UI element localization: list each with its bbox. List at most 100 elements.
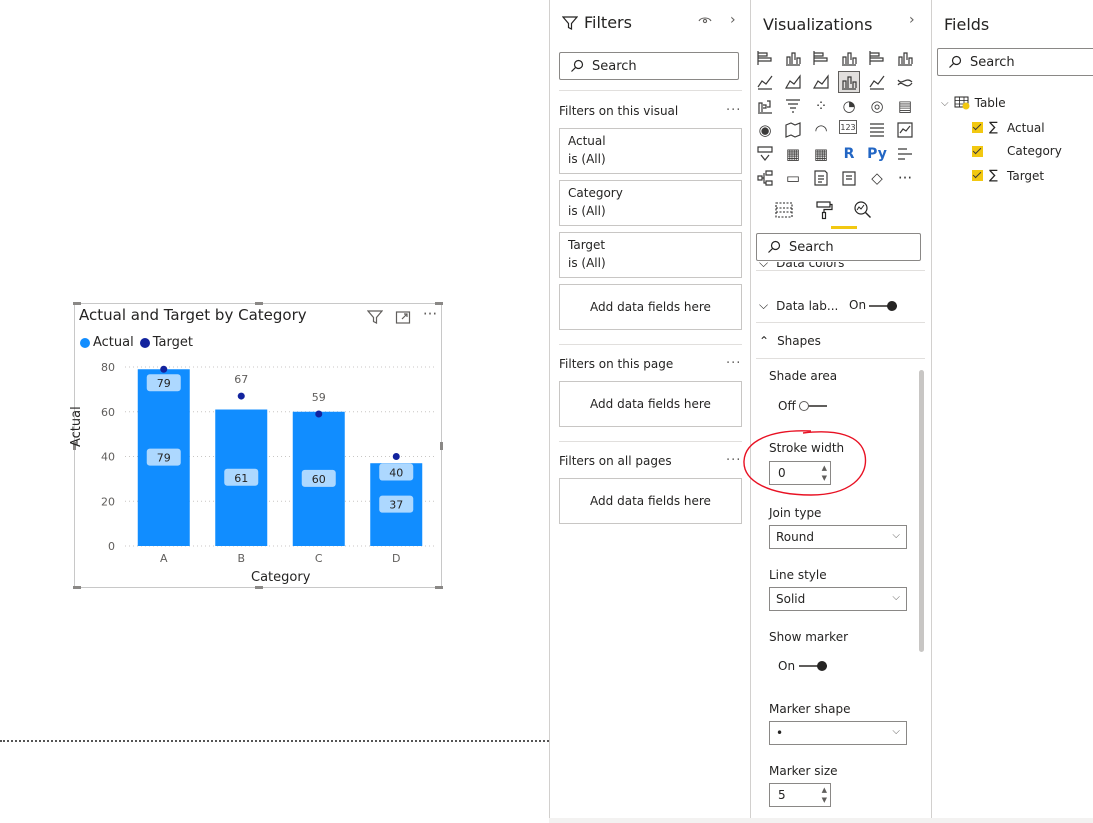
tab-analytics-magnifier-icon[interactable]: [850, 197, 876, 223]
resize-handle[interactable]: [255, 586, 263, 589]
clustered-column-chart-icon[interactable]: [839, 48, 859, 68]
checkbox-checked-icon[interactable]: [972, 122, 983, 133]
visualizations-search-input[interactable]: Search: [756, 233, 921, 261]
marker-target-D[interactable]: [392, 453, 400, 460]
data-labels-toggle[interactable]: [869, 301, 897, 311]
chevron-down-icon: ⌵: [941, 97, 949, 109]
table-icon[interactable]: ▦: [783, 144, 803, 164]
stacked-area-chart-icon[interactable]: [811, 72, 831, 92]
clustered-bar-chart-icon[interactable]: [811, 48, 831, 68]
card-icon[interactable]: 123: [839, 120, 857, 134]
add-data-fields-visual[interactable]: Add data fields here: [559, 284, 742, 330]
shapes-section-header[interactable]: ⌃ Shapes: [759, 334, 821, 348]
line-style-dropdown[interactable]: Solid ⌵: [769, 587, 907, 611]
tab-format-paint-roller-icon[interactable]: [811, 197, 837, 223]
y-tick-label: 80: [101, 361, 115, 374]
decomposition-tree-icon[interactable]: [755, 168, 775, 188]
data-label-target: 40: [389, 467, 403, 480]
donut-chart-icon[interactable]: ◎: [867, 96, 887, 116]
power-apps-icon[interactable]: ◇: [867, 168, 887, 188]
multi-row-card-icon[interactable]: [867, 120, 887, 140]
collapse-chevron-icon[interactable]: ›: [730, 12, 736, 28]
paginated-report-icon[interactable]: [839, 168, 859, 188]
divider: [559, 90, 742, 91]
marker-size-stepper[interactable]: 5 ▲ ▼: [769, 783, 831, 807]
filter-card-target[interactable]: Target is (All): [559, 232, 742, 278]
collapse-chevron-icon[interactable]: ›: [909, 12, 915, 28]
scatter-chart-icon[interactable]: ⁘: [811, 96, 831, 116]
show-marker-label: Show marker: [769, 630, 849, 644]
gauge-icon[interactable]: ◠: [811, 120, 831, 140]
field-item-actual[interactable]: ∑ Actual: [972, 120, 1045, 135]
matrix-icon[interactable]: ▦: [811, 144, 831, 164]
filter-state: is (All): [568, 204, 606, 218]
search-placeholder: Search: [789, 239, 834, 255]
filled-map-icon[interactable]: [783, 120, 803, 140]
python-visual-icon[interactable]: Py: [867, 144, 887, 164]
filters-header: Filters: [562, 13, 632, 32]
data-label-target: 79: [157, 377, 171, 390]
key-influencers-icon[interactable]: [895, 144, 915, 164]
eye-icon[interactable]: [698, 14, 712, 31]
more-options-icon[interactable]: ···: [726, 103, 741, 118]
smart-narrative-icon[interactable]: [811, 168, 831, 188]
more-visuals-icon[interactable]: ···: [895, 168, 915, 188]
area-chart-icon[interactable]: [783, 72, 803, 92]
join-type-dropdown[interactable]: Round ⌵: [769, 525, 907, 549]
stacked-bar-chart-icon[interactable]: [755, 48, 775, 68]
add-data-fields-page[interactable]: Add data fields here: [559, 381, 742, 427]
field-item-category[interactable]: Category: [972, 144, 1062, 158]
combo-chart-visual[interactable]: Actual and Target by Category ··· Actual…: [69, 302, 443, 589]
r-visual-icon[interactable]: R: [839, 144, 859, 164]
filter-card-actual[interactable]: Actual is (All): [559, 128, 742, 174]
marker-target-A[interactable]: [160, 365, 168, 373]
qa-icon[interactable]: ▭: [783, 168, 803, 188]
marker-target-C[interactable]: [315, 410, 323, 418]
stacked-column-chart-icon[interactable]: [783, 48, 803, 68]
filter-state: is (All): [568, 152, 606, 166]
marker-target-B[interactable]: [237, 392, 245, 400]
shade-area-toggle[interactable]: [799, 401, 827, 411]
resize-handle[interactable]: [255, 302, 263, 305]
pie-chart-icon[interactable]: ◔: [839, 96, 859, 116]
format-pane-scrollbar[interactable]: [919, 370, 924, 652]
join-type-label: Join type: [769, 506, 822, 520]
tab-fields-icon[interactable]: [771, 197, 797, 223]
filters-search-input[interactable]: Search: [559, 52, 739, 80]
slicer-icon[interactable]: [755, 144, 775, 164]
filter-card-category[interactable]: Category is (All): [559, 180, 742, 226]
waterfall-chart-icon[interactable]: [755, 96, 775, 116]
line-stacked-column-chart-icon[interactable]: [867, 72, 887, 92]
more-options-icon[interactable]: ···: [726, 356, 741, 371]
data-colors-section-clipped[interactable]: ⌵ Data colors: [759, 262, 924, 274]
data-labels-section-header[interactable]: ⌵ Data lab...: [759, 298, 838, 313]
ribbon-chart-icon[interactable]: [895, 72, 915, 92]
resize-handle[interactable]: [73, 586, 81, 589]
line-clustered-column-chart-icon[interactable]: [838, 71, 860, 93]
treemap-icon[interactable]: ▤: [895, 96, 915, 116]
line-chart-icon[interactable]: [755, 72, 775, 92]
add-data-fields-all[interactable]: Add data fields here: [559, 478, 742, 524]
100-percent-column-chart-icon[interactable]: [895, 48, 915, 68]
checkbox-checked-icon[interactable]: [972, 170, 983, 181]
legend-item-target[interactable]: Target: [139, 335, 193, 350]
kpi-icon[interactable]: [895, 120, 915, 140]
stepper-arrows-icon[interactable]: ▲ ▼: [822, 785, 827, 805]
line-style-value: Solid: [776, 592, 806, 606]
checkbox-checked-icon[interactable]: [972, 145, 983, 157]
table-node[interactable]: ⌵ Table: [941, 96, 1006, 110]
focus-mode-icon[interactable]: [395, 309, 411, 325]
field-item-target[interactable]: ∑ Target: [972, 168, 1044, 183]
marker-shape-dropdown[interactable]: • ⌵: [769, 721, 907, 745]
show-marker-toggle[interactable]: [799, 661, 827, 671]
funnel-chart-icon[interactable]: [783, 96, 803, 116]
resize-handle[interactable]: [73, 302, 81, 305]
more-options-icon[interactable]: ···: [726, 453, 741, 468]
fields-search-input[interactable]: Search: [937, 48, 1093, 76]
resize-handle[interactable]: [435, 586, 443, 589]
map-icon[interactable]: ◉: [755, 120, 775, 140]
more-options-icon[interactable]: ···: [422, 305, 438, 323]
100-percent-bar-chart-icon[interactable]: [867, 48, 887, 68]
legend-item-actual[interactable]: Actual: [80, 335, 134, 350]
filter-icon[interactable]: [367, 309, 383, 325]
